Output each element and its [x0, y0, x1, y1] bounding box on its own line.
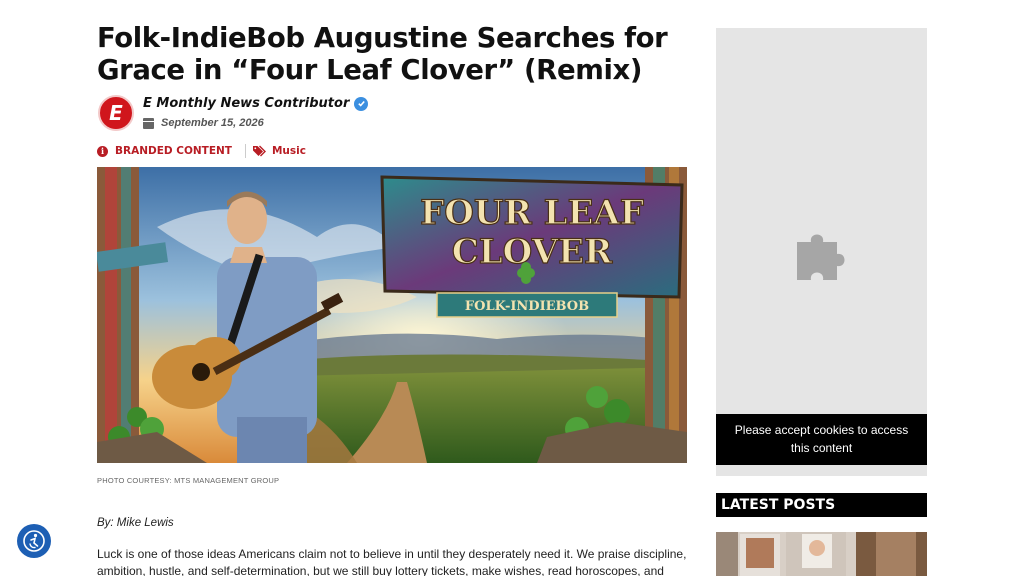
avatar-letter: E [109, 101, 123, 125]
puzzle-icon [797, 234, 845, 280]
article-title: Folk-IndieBob Augustine Searches for Gra… [97, 22, 668, 86]
sign-subtitle: FOLK-INDIEBOB [465, 299, 589, 314]
date-text: September 15, 2026 [161, 117, 264, 129]
tags-row: i BRANDED CONTENT Music [97, 143, 687, 159]
accessibility-button[interactable] [17, 524, 51, 558]
hero-image: FOUR LEAF CLOVER FOLK-INDIEBOB [97, 167, 687, 463]
article: Folk-IndieBob Augustine Searches for Gra… [97, 22, 687, 576]
latest-posts-heading: LATEST POSTS [716, 493, 927, 517]
photo-caption: PHOTO COURTESY: MTS MANAGEMENT GROUP [97, 476, 280, 485]
sidebar-ad-placeholder: Please accept cookies to access this con… [716, 28, 927, 476]
branded-content-tag[interactable]: BRANDED CONTENT [115, 145, 232, 157]
author-name-link[interactable]: E Monthly News Contributor [143, 96, 369, 111]
music-category-tag[interactable]: Music [272, 145, 306, 157]
accessibility-icon [23, 530, 45, 552]
byline: By: Mike Lewis [97, 517, 174, 529]
author-row: E E Monthly News Contributor September 1… [97, 95, 687, 137]
cookie-notice-text: Please accept cookies to access this con… [734, 423, 909, 455]
info-icon: i [97, 145, 108, 157]
latest-post-thumbnail[interactable] [716, 532, 927, 576]
cookie-consent-notice[interactable]: Please accept cookies to access this con… [716, 414, 927, 465]
tag-divider [244, 144, 246, 158]
publish-date: September 15, 2026 [143, 117, 264, 129]
sign-title-line2: CLOVER [452, 232, 613, 272]
author-avatar[interactable]: E [98, 95, 134, 131]
article-body-intro: Luck is one of those ideas Americans cla… [97, 547, 687, 576]
sign-title-line1: FOUR LEAF [420, 193, 644, 233]
verified-badge-icon [354, 96, 369, 111]
author-name: E Monthly News Contributor [143, 96, 350, 111]
calendar-icon [143, 117, 154, 129]
tags-icon [252, 145, 268, 157]
